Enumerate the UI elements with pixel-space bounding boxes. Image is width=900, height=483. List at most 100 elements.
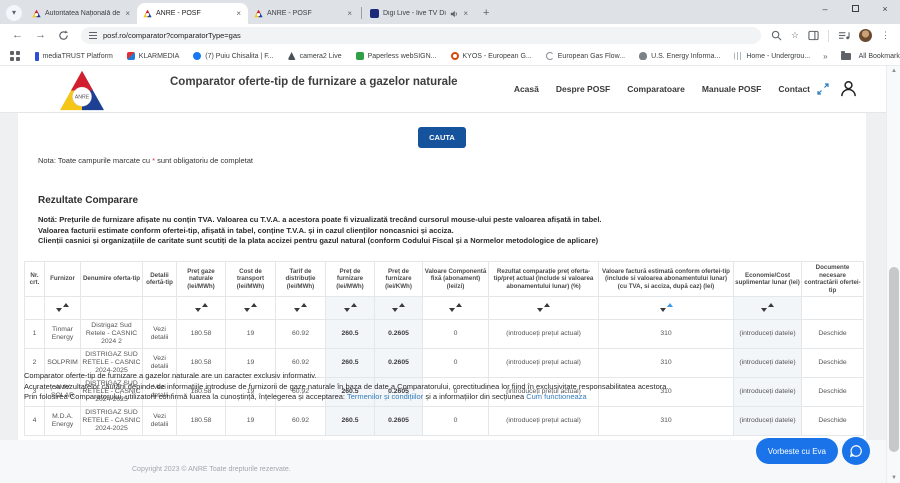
nav-item-contact[interactable]: Contact (778, 84, 810, 94)
tab-audio-icon[interactable] (450, 10, 458, 18)
deschide-link[interactable]: Deschide (802, 407, 864, 436)
sort-pret-furnizare-kwh[interactable] (375, 297, 423, 320)
page-scrollbar[interactable]: ▲ ▼ (886, 66, 900, 483)
cell-economie-input-hint[interactable]: (introduceți datele) (734, 320, 802, 349)
bookmark-mediatrust[interactable]: mediaTRUST Platform (35, 52, 113, 61)
site-settings-icon[interactable] (89, 32, 97, 39)
bookmarks-overflow-icon[interactable]: » (823, 52, 827, 61)
tab-anre-authority[interactable]: Autoritatea Națională de Regle × (26, 3, 137, 24)
sort-pret-gaze[interactable] (177, 297, 226, 320)
reload-icon[interactable] (58, 30, 69, 41)
tab-digi-live[interactable]: Digi Live - live TV Digi24 si × (364, 3, 475, 24)
fullscreen-icon[interactable] (817, 83, 829, 95)
tab-search-button[interactable]: ▾ (6, 5, 22, 21)
sort-arrows-icon[interactable] (294, 303, 307, 312)
back-icon[interactable]: ← (12, 30, 23, 41)
user-account-icon[interactable] (839, 79, 858, 98)
tab-anre-posf-2[interactable]: ANRE - POSF × (248, 3, 359, 24)
how-it-works-link[interactable]: Cum functioneaza (526, 392, 586, 401)
cell-rezultat-input-hint[interactable]: (introduceți prețul actual) (489, 407, 599, 436)
forward-icon[interactable]: → (35, 30, 46, 41)
scroll-down-icon[interactable]: ▼ (887, 475, 900, 481)
new-tab-button[interactable]: + (483, 7, 489, 19)
sort-cost-transport[interactable] (226, 297, 276, 320)
apps-grid-icon[interactable] (10, 51, 20, 61)
bookmark-us-energy[interactable]: U.S. Energy Informa... (639, 52, 720, 60)
col-header-pret-gaze[interactable]: Preț gaze naturale (lei/MWh) (177, 262, 226, 297)
sort-arrows-icon[interactable] (761, 303, 774, 312)
col-header-economie[interactable]: Economie/Cost suplimentar lunar (lei) (734, 262, 802, 297)
col-header-tarif-distributie[interactable]: Tarif de distribuție (lei/MWh) (276, 262, 326, 297)
minimize-button[interactable]: – (810, 0, 840, 20)
browser-menu-icon[interactable]: ⋮ (881, 31, 890, 40)
offer-name-link[interactable]: DISTRIGAZ SUD RETELE - CASNIC 2024-2025 (81, 407, 143, 436)
nav-item-manuale-posf[interactable]: Manuale POSF (702, 84, 762, 94)
close-icon[interactable]: × (462, 9, 469, 18)
scroll-up-icon[interactable]: ▲ (887, 68, 900, 74)
bookmark-paperless[interactable]: Paperless webSIGN... (356, 52, 437, 60)
cell-rezultat-input-hint[interactable]: (introduceți prețul actual) (489, 320, 599, 349)
maximize-button[interactable] (840, 0, 870, 20)
col-header-furnizor[interactable]: Furnizor (45, 262, 81, 297)
sort-furnizor[interactable] (45, 297, 81, 320)
sort-arrows-icon[interactable] (195, 303, 208, 312)
tab-anre-posf-active[interactable]: ANRE - POSF × (137, 3, 248, 24)
sort-economie[interactable] (734, 297, 802, 320)
sort-arrows-icon[interactable] (244, 303, 257, 312)
bookmark-klarmedia[interactable]: KLARMEDIA (127, 52, 179, 60)
col-header-pret-furnizare-kwh[interactable]: Preț de furnizare (lei/KWh) (375, 262, 423, 297)
cell-pret-furnizare-kwh: 0.2605 (375, 407, 423, 436)
nav-item-despre-posf[interactable]: Despre POSF (556, 84, 610, 94)
cell-economie-input-hint[interactable]: (introduceți datele) (734, 407, 802, 436)
sort-tarif-distributie[interactable] (276, 297, 326, 320)
bookmark-gasflow[interactable]: European Gas Flow... (546, 52, 625, 60)
bookmark-facebook[interactable]: (7) Puiu Chisalita | F... (193, 52, 273, 60)
sort-arrows-icon[interactable] (56, 303, 69, 312)
sort-componenta-fixa[interactable] (423, 297, 489, 320)
col-header-cost-transport[interactable]: Cost de transport (lei/MWh) (226, 262, 276, 297)
close-icon[interactable]: × (235, 9, 242, 18)
scrollbar-thumb[interactable] (889, 267, 899, 452)
url-text[interactable]: posf.ro/comparator?comparatorType=gas (103, 31, 241, 40)
terms-link[interactable]: Termenilor și condițiilor (347, 392, 423, 401)
anre-favicon (143, 9, 152, 18)
profile-avatar[interactable] (859, 29, 872, 42)
bookmark-kyos[interactable]: KYOS - European G... (451, 52, 532, 60)
nav-item-comparatoare[interactable]: Comparatoare (627, 84, 685, 94)
sort-cell (81, 297, 143, 320)
sort-valoare-factura-active[interactable] (599, 297, 734, 320)
close-icon[interactable]: × (346, 9, 353, 18)
col-header-pret-furnizare-mwh[interactable]: Preț de furnizare (lei/MWh) (326, 262, 375, 297)
bookmark-underground[interactable]: Home - Undergrou... (734, 52, 810, 60)
maximize-icon (852, 5, 859, 12)
sort-pret-furnizare-mwh[interactable] (326, 297, 375, 320)
deschide-link[interactable]: Deschide (802, 320, 864, 349)
sort-rezultat[interactable] (489, 297, 599, 320)
chat-bubble-button[interactable] (842, 437, 870, 465)
close-icon[interactable]: × (124, 9, 131, 18)
offer-name-link[interactable]: Distrigaz Sud Retele - CASNIC 2024 2 (81, 320, 143, 349)
bookmark-camera2[interactable]: camera2 Live (288, 52, 342, 60)
col-header-nr: Nr. crt. (25, 262, 45, 297)
bookmark-star-icon[interactable]: ☆ (791, 31, 799, 40)
col-header-valoare-factura[interactable]: Valoare factură estimată conform ofertei… (599, 262, 734, 297)
zoom-icon[interactable] (771, 30, 782, 41)
close-window-button[interactable]: × (870, 0, 900, 20)
side-panel-icon[interactable] (808, 30, 819, 41)
sort-arrows-icon[interactable] (537, 303, 550, 312)
col-header-componenta-fixa[interactable]: Valoare Componentă fixă (abonament) (lei… (423, 262, 489, 297)
col-header-rezultat-comparatie[interactable]: Rezultat comparație preț oferta-tip/preț… (489, 262, 599, 297)
all-bookmarks-button[interactable]: All Bookmarks (841, 53, 900, 60)
sort-arrows-icon[interactable] (392, 303, 405, 312)
vezi-detalii-link[interactable]: Vezi detalii (143, 407, 177, 436)
cauta-button[interactable]: CAUTA (418, 127, 466, 148)
address-bar[interactable]: posf.ro/comparator?comparatorType=gas (81, 27, 761, 44)
sort-arrows-icon-active[interactable] (660, 303, 673, 312)
chat-with-eva-button[interactable]: Vorbeste cu Eva (756, 438, 838, 464)
sort-arrows-icon[interactable] (449, 303, 462, 312)
vezi-detalii-link[interactable]: Vezi detalii (143, 320, 177, 349)
media-controls-icon[interactable] (838, 30, 850, 41)
chat-bubble-icon (849, 444, 863, 458)
nav-item-acasa[interactable]: Acasă (514, 84, 539, 94)
sort-arrows-icon[interactable] (344, 303, 357, 312)
